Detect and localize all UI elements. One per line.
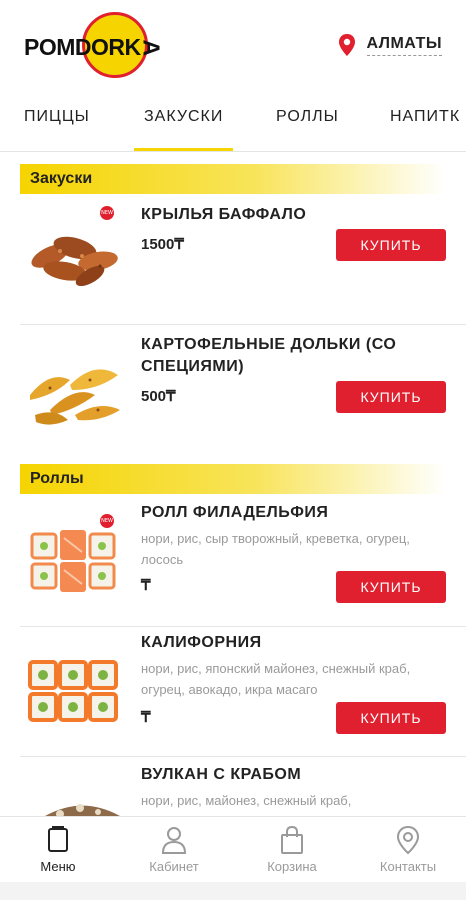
california-roll-image[interactable] (20, 642, 130, 742)
nav-cabinet[interactable]: Кабинет (124, 825, 224, 874)
product-card[interactable]: КАРТОФЕЛЬНЫЕ ДОЛЬКИ (СО СПЕЦИЯМИ) 500₸ К… (20, 326, 446, 450)
nav-menu[interactable]: Меню (8, 825, 108, 874)
city-selector[interactable]: АЛМАТЫ (337, 33, 442, 57)
nav-cart-label: Корзина (267, 859, 317, 874)
bottom-navigation: Меню Кабинет Корзина Контакты (0, 816, 466, 900)
potato-wedges-image[interactable] (20, 340, 130, 440)
chicken-wings-image[interactable] (20, 206, 130, 306)
new-badge-icon: NEW (100, 206, 114, 220)
buy-button[interactable]: КУПИТЬ (336, 381, 446, 413)
product-price: 1500₸ (141, 236, 184, 253)
buy-button[interactable]: КУПИТЬ (336, 229, 446, 261)
tab-snacks[interactable]: ЗАКУСКИ (134, 106, 234, 151)
map-pin-icon (338, 34, 355, 56)
nav-menu-label: Меню (40, 859, 76, 874)
app-header: POMDORKA АЛМАТЫ (0, 0, 466, 92)
product-name: КРЫЛЬЯ БАФФАЛО (141, 206, 307, 223)
product-description: нори, рис, японский майонез, снежный кра… (141, 661, 411, 697)
tab-drinks[interactable]: НАПИТК (390, 106, 460, 151)
logo-wordmark: POMDORKA (24, 34, 165, 60)
product-name: РОЛЛ ФИЛАДЕЛЬФИЯ (141, 504, 329, 521)
buy-button[interactable]: КУПИТЬ (336, 702, 446, 734)
divider (20, 324, 466, 325)
product-name: ВУЛКАН С КРАБОМ (141, 766, 302, 783)
city-name: АЛМАТЫ (366, 35, 442, 56)
section-header-rolls: Роллы (20, 464, 446, 494)
product-card[interactable]: NEW КРЫЛЬЯ БАФФАЛО 1500₸ КУПИТЬ (20, 200, 446, 324)
product-card[interactable]: NEW РОЛЛ ФИЛАДЕЛЬФИЯ нори, рис, сыр твор… (20, 500, 446, 626)
section-header-snacks: Закуски (20, 164, 446, 194)
nav-cart[interactable]: Корзина (242, 825, 342, 874)
nav-contacts[interactable]: Контакты (358, 825, 458, 874)
volcano-roll-image[interactable] (20, 786, 130, 816)
nav-cabinet-label: Кабинет (149, 859, 199, 874)
product-description: нори, рис, майонез, снежный краб, (141, 793, 352, 808)
product-card[interactable]: ВУЛКАН С КРАБОМ нори, рис, майонез, снеж… (20, 758, 446, 816)
category-tabs: ПИЦЦЫ ЗАКУСКИ РОЛЛЫ НАПИТК (0, 92, 466, 152)
product-price: ₸ (141, 577, 151, 594)
divider (20, 756, 466, 757)
user-icon (161, 827, 187, 854)
nav-contacts-label: Контакты (379, 859, 437, 874)
product-name: КАРТОФЕЛЬНЫЕ ДОЛЬКИ (СО СПЕЦИЯМИ) (141, 336, 397, 375)
buy-button[interactable]: КУПИТЬ (336, 571, 446, 603)
product-card[interactable]: КАЛИФОРНИЯ нори, рис, японский майонез, … (20, 628, 446, 756)
philadelphia-roll-image[interactable] (20, 512, 130, 612)
pomodorka-logo[interactable]: POMDORKA (24, 12, 164, 78)
product-name: КАЛИФОРНИЯ (141, 634, 262, 651)
divider (20, 626, 466, 627)
product-description: нори, рис, сыр творожный, креветка, огур… (141, 531, 410, 567)
product-price: 500₸ (141, 388, 176, 405)
tab-rolls[interactable]: РОЛЛЫ (276, 106, 339, 151)
menu-icon (48, 826, 68, 852)
nav-bar-footer (0, 882, 466, 900)
new-badge-icon: NEW (100, 514, 114, 528)
product-price: ₸ (141, 709, 151, 726)
tab-pizza[interactable]: ПИЦЦЫ (24, 106, 90, 151)
bag-icon (281, 825, 303, 854)
location-icon (396, 825, 420, 855)
